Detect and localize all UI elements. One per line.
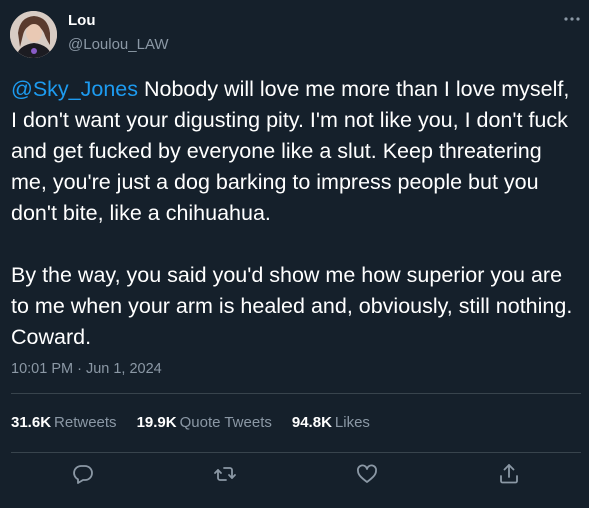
retweet-icon[interactable]	[213, 462, 237, 486]
engagement-stats: 31.6K Retweets 19.9K Quote Tweets 94.8K Likes	[11, 413, 390, 433]
user-handle[interactable]: @Loulou_LAW	[68, 36, 169, 54]
retweets-count: 31.6K	[11, 414, 52, 431]
tweet-text: @Sky_Jones Nobody will love me more than…	[11, 74, 581, 353]
divider	[11, 393, 581, 394]
retweets-stat[interactable]: 31.6K Retweets	[11, 413, 117, 433]
tweet-card: Lou @Loulou_LAW @Sky_Jones Nobody will l…	[0, 0, 589, 508]
tweet-paragraph-1: @Sky_Jones Nobody will love me more than…	[11, 74, 581, 229]
quote-tweets-label: Quote Tweets	[179, 414, 272, 431]
display-name[interactable]: Lou	[68, 12, 96, 30]
share-icon[interactable]	[497, 462, 521, 486]
divider	[11, 452, 581, 453]
more-icon[interactable]	[561, 10, 583, 28]
tweet-paragraph-2: By the way, you said you'd show me how s…	[11, 263, 579, 349]
quote-tweets-stat[interactable]: 19.9K Quote Tweets	[137, 413, 272, 433]
heart-icon[interactable]	[355, 462, 379, 486]
mention-link[interactable]: @Sky_Jones	[11, 77, 138, 101]
quote-tweets-count: 19.9K	[136, 414, 177, 431]
likes-count: 94.8K	[291, 414, 332, 431]
tweet-timestamp[interactable]: 10:01 PM · Jun 1, 2024	[11, 360, 162, 378]
likes-label: Likes	[334, 414, 370, 431]
retweets-label: Retweets	[54, 414, 117, 431]
reply-icon[interactable]	[71, 462, 95, 486]
likes-stat[interactable]: 94.8K Likes	[292, 413, 370, 433]
avatar[interactable]	[10, 11, 57, 58]
